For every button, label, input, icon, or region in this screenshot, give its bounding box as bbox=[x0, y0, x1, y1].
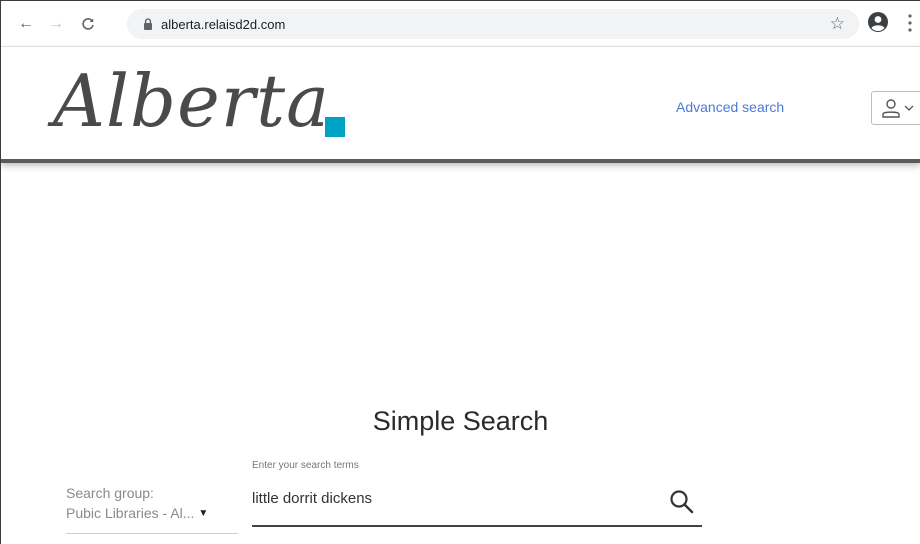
search-input[interactable] bbox=[252, 485, 702, 527]
advanced-search-link[interactable]: Advanced search bbox=[676, 99, 784, 115]
lock-icon bbox=[141, 16, 155, 32]
back-button[interactable]: ← bbox=[13, 11, 39, 37]
dropdown-caret-icon: ▼ bbox=[198, 508, 209, 519]
search-icon[interactable] bbox=[668, 488, 696, 516]
arrow-left-icon: ← bbox=[18, 14, 34, 32]
arrow-right-icon: → bbox=[48, 14, 64, 32]
user-menu-button[interactable] bbox=[871, 91, 920, 125]
reload-icon bbox=[82, 17, 94, 30]
search-group-value: Pubic Libraries - Al... bbox=[66, 505, 195, 521]
browser-toolbar: ← → alberta.relaisd2d.com ☆ bbox=[1, 1, 920, 47]
site-header: Alberta Advanced search bbox=[1, 47, 920, 163]
forward-button[interactable]: → bbox=[43, 11, 69, 37]
star-icon[interactable]: ☆ bbox=[830, 14, 845, 34]
user-icon bbox=[882, 99, 900, 118]
logo-wordmark: Alberta bbox=[53, 59, 330, 143]
search-input-label: Enter your search terms bbox=[252, 460, 359, 471]
search-group-label: Search group: bbox=[66, 485, 154, 501]
kebab-menu-icon[interactable] bbox=[906, 11, 914, 35]
page-title: Simple Search bbox=[372, 406, 549, 436]
chevron-down-icon bbox=[904, 105, 914, 111]
url-text[interactable]: alberta.relaisd2d.com bbox=[161, 17, 285, 32]
reload-button[interactable] bbox=[75, 11, 101, 37]
address-bar[interactable]: alberta.relaisd2d.com ☆ bbox=[127, 9, 859, 39]
account-circle-icon[interactable] bbox=[867, 11, 889, 33]
search-group-select[interactable]: Pubic Libraries - Al... ▼ bbox=[66, 505, 238, 534]
alberta-logo[interactable]: Alberta bbox=[13, 57, 358, 157]
logo-accent-square bbox=[325, 117, 345, 137]
browser-window: ← → alberta.relaisd2d.com ☆ Alberta Adva… bbox=[0, 0, 920, 544]
